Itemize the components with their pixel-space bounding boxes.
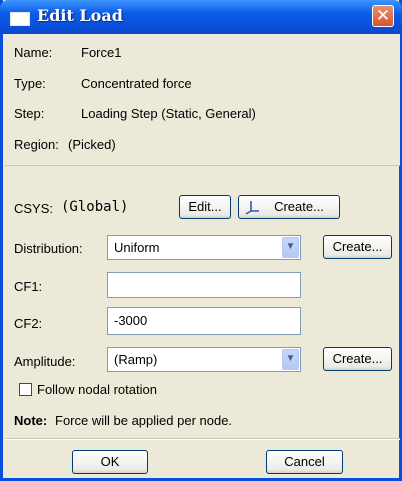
load-info-panel: Name: Force1 Type: Concentrated force St…: [5, 34, 400, 166]
close-button[interactable]: ✕: [372, 5, 394, 27]
amplitude-create-button[interactable]: Create...: [323, 347, 392, 371]
type-label: Type:: [14, 76, 46, 91]
footer-separator: [5, 438, 400, 440]
title-bar[interactable]: Edit Load ✕: [0, 0, 402, 34]
name-value: Force1: [81, 45, 122, 60]
step-label: Step:: [14, 106, 45, 121]
axes-icon: [245, 201, 259, 215]
distribution-selected: Uniform: [114, 240, 160, 255]
type-value: Concentrated force: [81, 76, 192, 91]
window-title: Edit Load: [37, 6, 123, 25]
csys-edit-button[interactable]: Edit...: [179, 195, 231, 219]
cf1-label: CF1:: [14, 279, 43, 294]
amplitude-label: Amplitude:: [14, 354, 76, 369]
step-value: Loading Step (Static, General): [81, 106, 256, 121]
cf1-input[interactable]: [107, 272, 301, 298]
distribution-select[interactable]: Uniform ▼: [107, 235, 301, 260]
cf2-label: CF2:: [14, 316, 43, 331]
cf2-input[interactable]: -3000: [107, 307, 301, 335]
load-properties-form: CSYS: (Global) Edit... Create... Distrib…: [5, 166, 400, 481]
note-text: Force will be applied per node.: [55, 413, 233, 428]
csys-value: (Global): [61, 199, 129, 215]
follow-nodal-rotation-label: Follow nodal rotation: [37, 382, 157, 397]
chevron-down-icon[interactable]: ▼: [282, 237, 299, 258]
region-value: (Picked): [68, 137, 116, 152]
region-label: Region:: [14, 137, 59, 152]
window-icon: [10, 12, 30, 26]
distribution-create-button[interactable]: Create...: [323, 235, 392, 259]
chevron-down-icon[interactable]: ▼: [282, 349, 299, 370]
distribution-label: Distribution:: [14, 241, 83, 256]
csys-create-label: Create...: [274, 199, 324, 214]
csys-label: CSYS:: [14, 201, 54, 216]
amplitude-select[interactable]: (Ramp) ▼: [107, 347, 301, 372]
follow-nodal-rotation-checkbox[interactable]: [19, 383, 32, 396]
ok-button[interactable]: OK: [72, 450, 148, 474]
amplitude-selected: (Ramp): [114, 352, 158, 367]
cancel-button[interactable]: Cancel: [266, 450, 343, 474]
name-label: Name:: [14, 45, 53, 60]
edit-load-dialog: Edit Load ✕ Name: Force1 Type: Concentra…: [0, 0, 402, 481]
csys-create-button[interactable]: Create...: [238, 195, 340, 219]
note-prefix: Note:: [14, 413, 48, 428]
